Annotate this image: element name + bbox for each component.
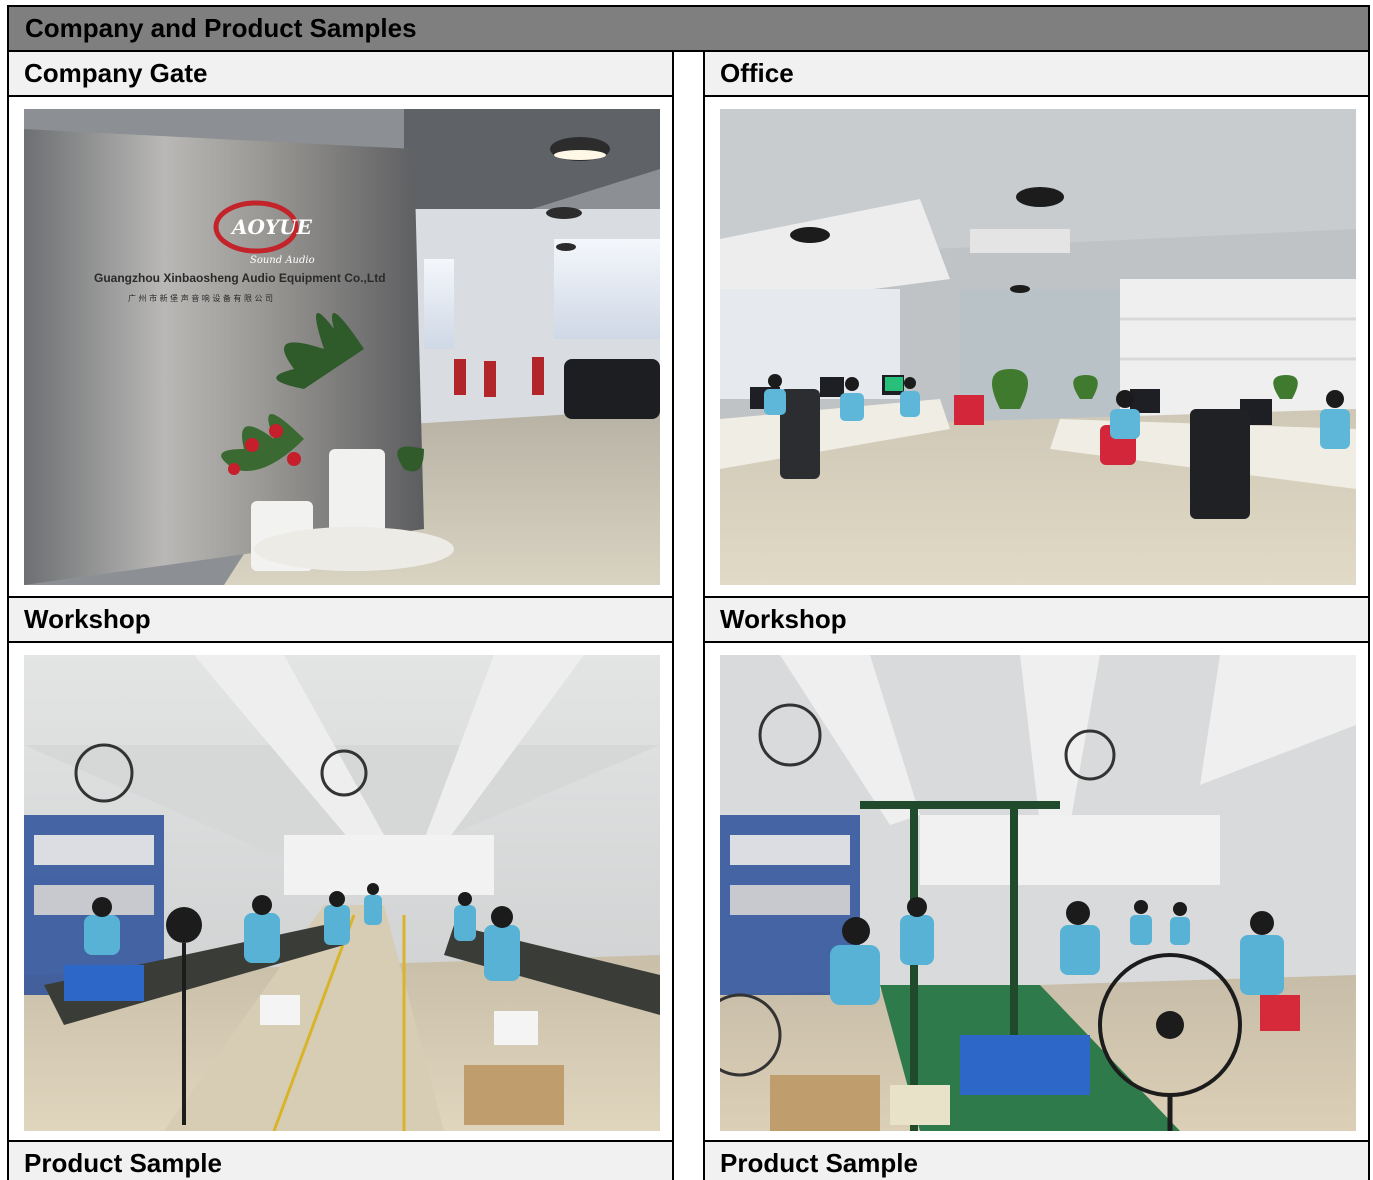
photo-company-gate: AOYUE Sound Audio Guangzhou Xinbaosheng … xyxy=(24,109,660,585)
label-text: Office xyxy=(720,58,794,88)
photo-office xyxy=(720,109,1356,585)
label-text: Product Sample xyxy=(24,1148,222,1178)
cell-label-product-sample-right: Product Sample xyxy=(705,1140,1368,1180)
photo-workshop-right xyxy=(720,655,1356,1131)
gate-subtitle-text: Sound Audio xyxy=(250,255,315,266)
cell-label-company-gate: Company Gate xyxy=(9,50,672,97)
gate-logo-text: AOYUE xyxy=(230,215,313,239)
cell-label-office: Office xyxy=(705,50,1368,97)
section-title: Company and Product Samples xyxy=(7,5,1370,52)
gate-company-en: Guangzhou Xinbaosheng Audio Equipment Co… xyxy=(94,271,386,285)
label-text: Product Sample xyxy=(720,1148,918,1178)
cell-label-product-sample-left: Product Sample xyxy=(9,1140,672,1180)
cell-label-workshop-right: Workshop xyxy=(705,596,1368,643)
left-column: Company Gate AOYUE Sound Audio Guangzhou… xyxy=(7,50,674,1180)
label-text: Workshop xyxy=(24,604,151,634)
cell-label-workshop-left: Workshop xyxy=(9,596,672,643)
label-text: Workshop xyxy=(720,604,847,634)
photo-workshop-left xyxy=(24,655,660,1131)
section-title-text: Company and Product Samples xyxy=(25,13,417,43)
gate-company-zh: 广 州 市 新 堡 声 音 响 设 备 有 限 公 司 xyxy=(128,293,273,303)
right-column: Office Workshop Product Sample xyxy=(703,50,1370,1180)
label-text: Company Gate xyxy=(24,58,208,88)
